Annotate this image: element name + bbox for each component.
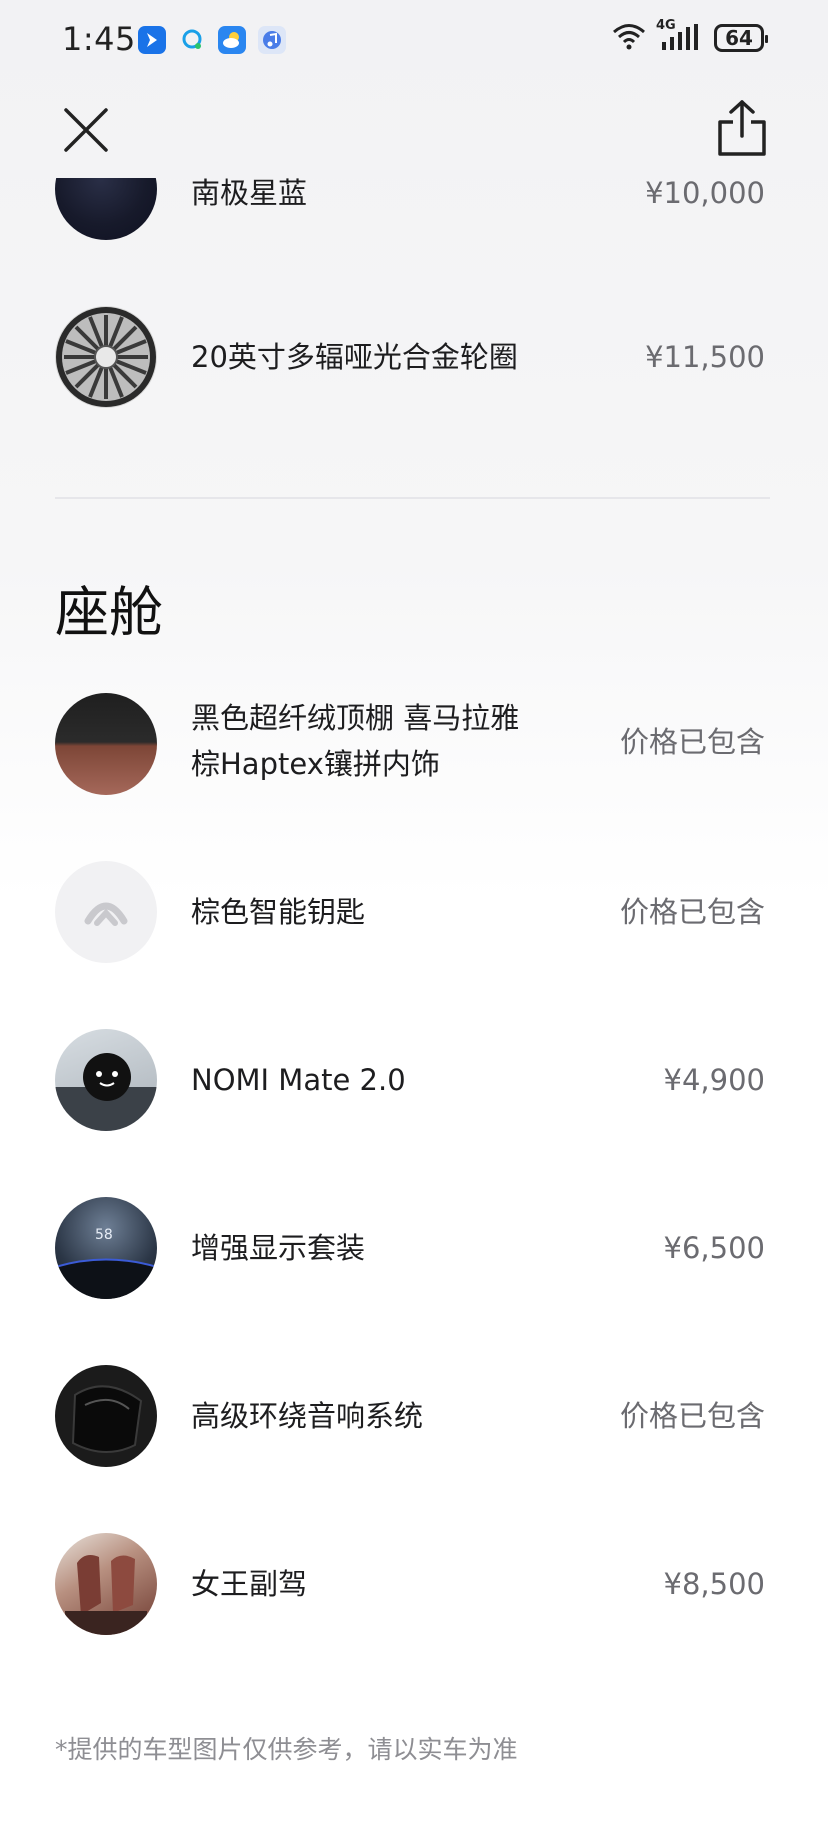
list-item[interactable]: 女王副驾 ¥8,500 [55,1533,765,1635]
section-divider [55,497,770,499]
item-name: 南极星蓝 [191,176,308,210]
list-item[interactable]: 黑色超纤绒顶棚 喜马拉雅 棕Haptex镶拼内饰 价格已包含 [55,693,765,795]
item-name: 女王副驾 [191,1567,308,1601]
item-name: NOMI Mate 2.0 [191,1063,406,1097]
item-name: 20英寸多辐哑光合金轮圈 [191,340,518,374]
list-item[interactable]: 棕色智能钥匙 价格已包含 [55,861,765,963]
wheel-rim-icon [56,307,156,407]
smart-key-thumb [55,861,157,963]
item-name-line2: 棕Haptex镶拼内饰 [191,747,440,781]
item-price: ¥10,000 [645,176,765,210]
paint-swatch-thumb [55,178,157,240]
nomi-thumb [55,1029,157,1131]
notification-icons [138,26,286,54]
item-price: ¥11,500 [645,340,765,374]
battery-indicator: 64 [714,24,768,52]
item-price: 价格已包含 [619,725,765,759]
list-item[interactable]: 20英寸多辐哑光合金轮圈 ¥11,500 [55,306,765,408]
queen-seat-icon [65,1555,147,1635]
item-name: 棕色智能钥匙 [191,895,366,929]
network-type: 4G [656,18,676,33]
hud-display-icon [55,1258,157,1299]
chat-icon [178,26,206,54]
item-price: ¥4,900 [663,1063,765,1097]
battery-level: 64 [725,26,753,50]
section-title-cabin: 座舱 [55,581,163,644]
item-price: ¥8,500 [663,1567,765,1601]
wheel-thumb [55,306,157,408]
speaker-icon [71,1385,143,1454]
smart-key-logo-icon [84,902,128,926]
hud-speed-text: 58 [95,1227,113,1243]
list-item[interactable]: 58 增强显示套装 ¥6,500 [55,1197,765,1299]
item-price: ¥6,500 [663,1231,765,1265]
weather-icon [218,26,246,54]
item-name: 增强显示套装 [191,1231,366,1265]
list-item[interactable]: 高级环绕音响系统 价格已包含 [55,1365,765,1467]
interior-swatch-thumb [55,693,157,795]
list-item[interactable]: 南极星蓝 ¥10,000 [55,138,765,240]
item-name-line1: 黑色超纤绒顶棚 喜马拉雅 [191,701,520,735]
status-time: 1:45 [62,20,136,58]
maps-icon [138,26,166,54]
music-icon [258,26,286,54]
wifi-icon [612,22,646,54]
item-price: 价格已包含 [619,895,765,929]
disclaimer-footnote: *提供的车型图片仅供参考，请以实车为准 [55,1735,518,1764]
item-price: 价格已包含 [619,1399,765,1433]
cellular-signal-icon: 4G [656,18,700,52]
queen-seat-thumb [55,1533,157,1635]
status-bar: 1:45 4G 64 [0,0,828,80]
list-item[interactable]: NOMI Mate 2.0 ¥4,900 [55,1029,765,1131]
nomi-robot-icon [55,1053,157,1131]
speaker-thumb [55,1365,157,1467]
status-indicators: 4G 64 [612,18,768,54]
hud-thumb: 58 [55,1197,157,1299]
item-name: 高级环绕音响系统 [191,1399,424,1433]
